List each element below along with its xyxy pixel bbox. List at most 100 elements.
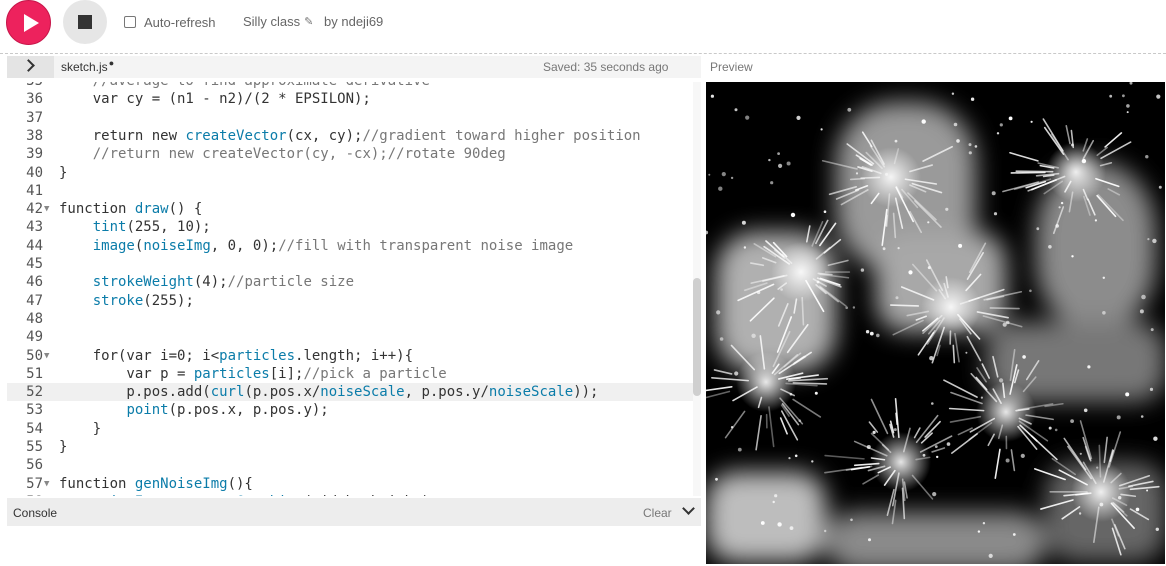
line-number: 53: [26, 402, 43, 419]
code-line[interactable]: 57 ▼ function genNoiseImg(){: [7, 475, 693, 493]
code-line[interactable]: 49: [7, 328, 693, 346]
fold-arrow-icon[interactable]: ▼: [44, 475, 49, 493]
line-number: 50: [26, 347, 43, 364]
code-line[interactable]: 51 var p = particles[i];//pick a particl…: [7, 365, 693, 383]
line-number: 35: [7, 82, 43, 90]
file-tab[interactable]: sketch.js●: [61, 58, 115, 74]
line-number: 41: [26, 182, 43, 199]
code-line[interactable]: 41: [7, 182, 693, 200]
code-text: point(p.pos.x, p.pos.y);: [126, 402, 329, 419]
toolbar: Auto-refresh Silly class ✎ by ndeji69: [0, 0, 1166, 46]
line-number: 55: [26, 439, 43, 455]
line-number: 48: [26, 310, 43, 327]
code-text: function genNoiseImg(){: [59, 475, 253, 492]
code-line[interactable]: 53 point(p.pos.x, p.pos.y);: [7, 401, 693, 419]
line-number: 46: [26, 274, 43, 291]
file-name: sketch.js: [61, 60, 108, 74]
chevron-right-icon: [22, 59, 35, 72]
auto-refresh-label: Auto-refresh: [144, 14, 216, 30]
fold-arrow-icon[interactable]: ▼: [44, 200, 49, 218]
code-line[interactable]: 47 stroke(255);: [7, 292, 693, 310]
code-line[interactable]: 55}: [7, 438, 693, 456]
code-text: image(noiseImg, 0, 0);//fill with transp…: [92, 237, 574, 254]
code-text: strokeWeight(4);//particle size: [92, 274, 355, 291]
code-line[interactable]: 42 ▼ function draw() {: [7, 200, 693, 218]
line-number: 43: [26, 219, 43, 236]
code-line[interactable]: 58 noiseImg = createGraphics(width, heig…: [7, 493, 693, 496]
line-number: 39: [26, 146, 43, 163]
line-number: 37: [26, 109, 43, 126]
by-label: by: [324, 14, 338, 29]
chevron-down-icon[interactable]: [682, 502, 695, 515]
code-line[interactable]: 36 var cy = (n1 - n2)/(2 * EPSILON);: [7, 90, 693, 108]
preview-label: Preview: [710, 60, 753, 74]
code-text: function draw() {: [59, 201, 203, 218]
line-number: 40: [26, 164, 43, 181]
unsaved-indicator: ●: [108, 58, 115, 68]
line-number: 54: [26, 420, 43, 437]
line-number: 38: [26, 127, 43, 144]
console-output: [7, 526, 701, 566]
code-line[interactable]: 38 return new createVector(cx, cy);//gra…: [7, 127, 693, 145]
saved-status: Saved: 35 seconds ago: [543, 60, 669, 74]
code-text: noiseImg = createGraphics(width, height)…: [59, 493, 439, 496]
code-text: tint(255, 10);: [92, 219, 211, 236]
line-number: 44: [26, 237, 43, 254]
line-number: 36: [26, 91, 43, 108]
auto-refresh-toggle[interactable]: Auto-refresh: [124, 14, 216, 30]
fold-arrow-icon[interactable]: ▼: [44, 347, 49, 365]
code-editor[interactable]: 58 noiseImg = createGraphics(width, heig…: [7, 82, 701, 496]
line-number: 51: [26, 365, 43, 382]
preview-canvas[interactable]: [706, 82, 1165, 564]
code-line[interactable]: 45: [7, 255, 693, 273]
editor-tabbar: sketch.js● Saved: 35 seconds ago: [7, 56, 701, 78]
toolbar-divider: [0, 53, 1166, 54]
line-number: 42: [26, 201, 43, 218]
code-line[interactable]: 43 tint(255, 10);: [7, 218, 693, 236]
code-text: stroke(255);: [92, 292, 194, 309]
play-icon: [24, 14, 39, 32]
stop-icon: [78, 15, 92, 29]
play-button[interactable]: [6, 0, 51, 45]
code-text: var cy = (n1 - n2)/(2 * EPSILON);: [59, 91, 371, 108]
code-line[interactable]: 56: [7, 456, 693, 474]
code-text: var p = particles[i];//pick a particle: [59, 365, 447, 382]
code-line[interactable]: 46 strokeWeight(4);//particle size: [7, 273, 693, 291]
code-line[interactable]: 39 //return new createVector(cy, -cx);//…: [7, 145, 693, 163]
console-title: Console: [13, 506, 58, 520]
line-number: 49: [26, 329, 43, 346]
code-text: for(var i=0; i<particles.length; i++){: [59, 347, 414, 364]
project-name-text: Silly class: [243, 14, 301, 29]
code-line[interactable]: 52 p.pos.add(curl(p.pos.x/noiseScale, p.…: [7, 383, 693, 402]
code-text: }: [59, 420, 102, 437]
code-line[interactable]: 35 //average to find approximate derivat…: [7, 82, 693, 90]
editor-scrollbar-thumb[interactable]: [693, 278, 701, 396]
code-line[interactable]: 37: [7, 109, 693, 127]
line-number: 57: [26, 475, 43, 492]
project-name[interactable]: Silly class ✎: [243, 14, 313, 29]
line-number: 58: [7, 493, 43, 496]
code-text: }: [59, 439, 68, 455]
auto-refresh-checkbox[interactable]: [124, 16, 136, 28]
code-text: }: [59, 164, 68, 181]
stop-button[interactable]: [63, 0, 107, 44]
console-header: Console Clear: [7, 498, 701, 526]
pencil-icon[interactable]: ✎: [304, 15, 313, 28]
code-line[interactable]: 44 image(noiseImg, 0, 0);//fill with tra…: [7, 237, 693, 255]
code-text: p.pos.add(curl(p.pos.x/noiseScale, p.pos…: [59, 384, 599, 401]
line-number: 56: [26, 457, 43, 474]
code-text: //return new createVector(cy, -cx);//rot…: [92, 146, 506, 163]
code-line[interactable]: 50 ▼ for(var i=0; i<particles.length; i++…: [7, 347, 693, 365]
sidebar-toggle-button[interactable]: [7, 56, 54, 78]
code-line[interactable]: 48: [7, 310, 693, 328]
sketch-output: [706, 82, 1165, 564]
console-clear-button[interactable]: Clear: [643, 506, 672, 520]
code-line[interactable]: 54 }: [7, 420, 693, 438]
line-number: 47: [26, 292, 43, 309]
line-number: 52: [26, 384, 43, 401]
code-text: return new createVector(cx, cy);//gradie…: [59, 127, 641, 144]
code-line[interactable]: 40}: [7, 164, 693, 182]
author-byline: by ndeji69: [324, 14, 383, 29]
code-text: //average to find approximate derivative: [59, 82, 430, 90]
author-link[interactable]: ndeji69: [341, 14, 383, 29]
